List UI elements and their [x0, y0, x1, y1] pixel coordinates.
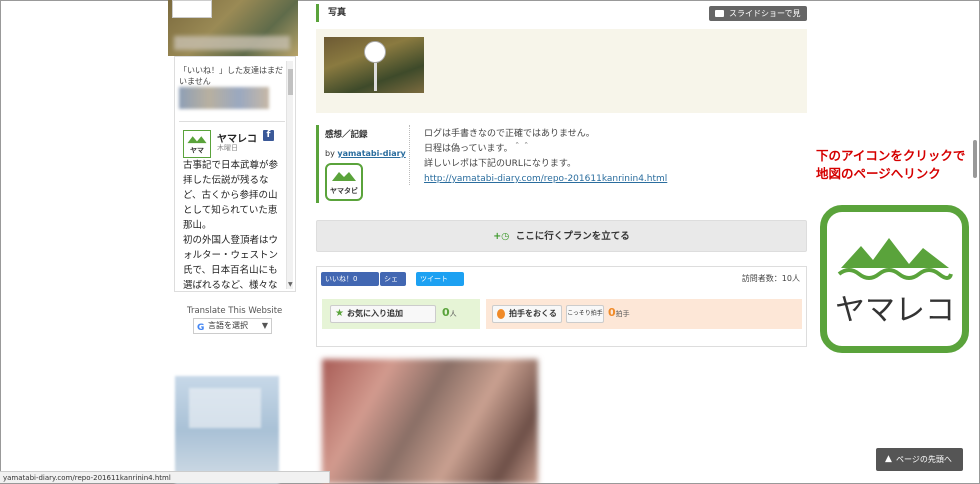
review-line-1: ログは手書きなので正確ではありません。: [424, 129, 595, 139]
author-avatar[interactable]: ヤマタビ: [325, 163, 363, 201]
annotation-line-2: 地図のページへリンク: [816, 166, 941, 181]
fb-scrollbar[interactable]: ▼: [286, 61, 293, 289]
yamareco-logo-icon: ヤマ: [187, 136, 207, 155]
add-clock-icon: +◷: [493, 231, 510, 242]
tweet-button[interactable]: ツイート: [416, 272, 464, 286]
facebook-like-button[interactable]: いいね！0: [321, 272, 379, 286]
clap-box: 拍手をおくる こっそり拍手 0拍手: [486, 299, 802, 329]
plan-trip-button[interactable]: +◷ ここに行くプランを立てる: [316, 220, 807, 252]
plan-trip-label: ここに行くプランを立てる: [515, 231, 630, 242]
fb-post: ヤマ ヤマレコ 木曜日 f 古事記で日本武尊が参拝した伝説が残るなど、古くから参…: [179, 121, 285, 291]
blurred-caption: [174, 36, 290, 50]
sidebar-logo-thumb: [172, 0, 212, 18]
chevron-up-icon: ▲: [885, 454, 892, 464]
review-line-3: 詳しいレポは下記のURLになります。: [424, 159, 576, 169]
review-accent-bar: [316, 125, 319, 203]
camera-icon: [715, 10, 724, 17]
fb-scroll-thumb[interactable]: [288, 69, 293, 95]
review-body: ログは手書きなので正確ではありません。 日程は偽っています。＾＾ 詳しいレポは下…: [424, 127, 667, 187]
visitor-count: 訪問者数：10人: [741, 274, 800, 283]
clap-count: 0拍手: [608, 306, 630, 319]
yamareco-avatar[interactable]: ヤマ: [183, 130, 211, 158]
back-to-top-button[interactable]: ▲ ページの先頭へ: [876, 448, 963, 471]
page-scroll-thumb[interactable]: [973, 140, 977, 178]
add-favorite-button[interactable]: ★ お気に入り追加: [330, 305, 436, 323]
review-author: by yamatabi-diary: [325, 149, 406, 158]
review-line-2: 日程は偽っています。＾＾: [424, 144, 531, 154]
scroll-down-arrow-icon[interactable]: ▼: [288, 281, 293, 288]
back-to-top-label: ページの先頭へ: [896, 455, 952, 464]
favorite-count-value: 0: [442, 306, 450, 319]
translate-label: Translate This Website: [187, 306, 283, 316]
review-divider: [409, 125, 410, 185]
yamatabi-logo-text: ヤマタビ: [330, 186, 358, 195]
author-link[interactable]: yamatabi-diary: [337, 149, 405, 158]
add-favorite-label: お気に入り追加: [347, 309, 403, 318]
review-heading: 感想／記録: [325, 130, 368, 140]
photo-gallery: [316, 29, 807, 113]
blurred-photo[interactable]: [322, 359, 538, 484]
status-bar-url: yamatabi-diary.com/repo-201611kanrinin4.…: [0, 471, 330, 483]
blurred-ad[interactable]: [175, 376, 279, 484]
language-select[interactable]: G 言語を選択 ▼: [193, 318, 272, 334]
fb-post-day: 木曜日: [217, 144, 238, 152]
favorite-count-unit: 人: [449, 310, 457, 318]
secret-clap-button[interactable]: こっそり拍手: [566, 305, 604, 323]
review-section: 感想／記録 by yamatabi-diary ヤマタビ ログは手書きなので正確…: [316, 125, 807, 203]
annotation-text: 下のアイコンをクリックで 地図のページへリンク: [816, 147, 965, 183]
annotation-line-1: 下のアイコンをクリックで: [816, 148, 966, 163]
clap-count-unit: 拍手: [615, 310, 630, 318]
social-panel: いいね！0 シェア ツイート 訪問者数：10人 ★ お気に入り追加 0人 拍手を…: [316, 266, 807, 347]
language-select-label: 言語を選択: [208, 321, 248, 330]
review-url-link[interactable]: http://yamatabi-diary.com/repo-201611kan…: [424, 172, 667, 187]
photo-thumbnail[interactable]: [324, 37, 424, 93]
fb-post-text: 古事記で日本武尊が参拝した伝説が残るなど、古くから参拝の山として知られていた恵那…: [183, 160, 279, 291]
signpost-pole: [374, 63, 377, 91]
star-icon: ★: [335, 308, 344, 319]
clap-label: 拍手をおくる: [509, 309, 557, 318]
google-icon: G: [197, 323, 205, 333]
by-prefix: by: [325, 149, 335, 158]
signpost-shape: [364, 41, 386, 63]
fb-friends-image: [179, 87, 269, 109]
facebook-share-button[interactable]: シェア: [380, 272, 406, 297]
clap-icon: [497, 309, 505, 319]
clap-button[interactable]: 拍手をおくる: [492, 305, 562, 323]
facebook-icon[interactable]: f: [263, 130, 274, 141]
fb-liked-text: 「いいね！」した友達はまだいません: [179, 66, 283, 86]
favorite-count: 0人: [442, 306, 457, 319]
svg-text:ヤマ: ヤマ: [190, 147, 204, 155]
favorite-box: ★ お気に入り追加 0人: [322, 299, 480, 329]
yamareco-big-logo[interactable]: ヤマレコ: [820, 205, 969, 353]
yamareco-mountain-icon: ヤマレコ: [835, 238, 955, 328]
sidebar-top-photo[interactable]: [168, 0, 298, 56]
photo-section-title: 写真: [316, 4, 346, 22]
yamareco-logo-text: ヤマレコ: [835, 293, 955, 328]
slideshow-button[interactable]: スライドショーで見る: [709, 6, 807, 33]
clap-count-value: 0: [608, 306, 616, 319]
facebook-page-widget: 「いいね！」した友達はまだいません ヤマ ヤマレコ 木曜日 f 古事記で日本武尊…: [174, 56, 296, 292]
yamatabi-logo-icon: ヤマタビ: [330, 172, 358, 195]
chevron-down-icon: ▼: [261, 321, 268, 330]
